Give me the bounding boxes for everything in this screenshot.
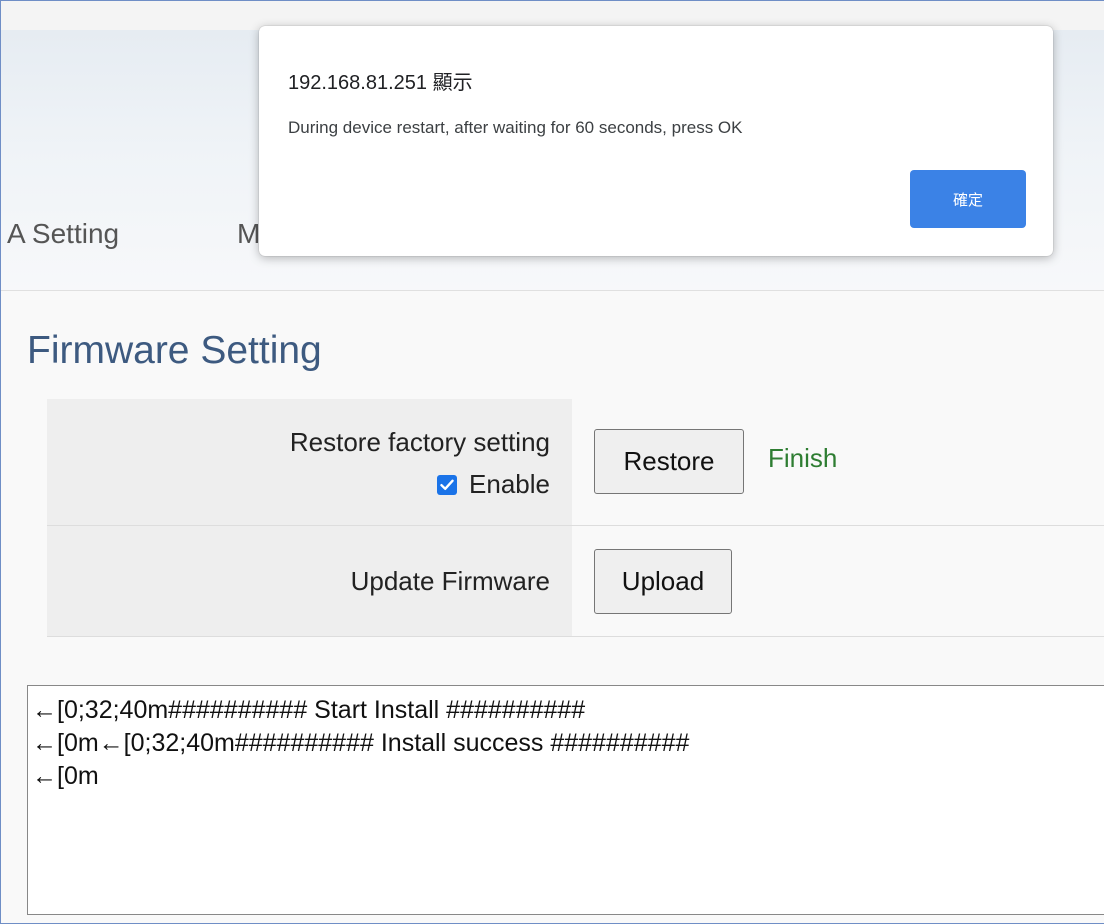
log-line: ←[0;32;40m########## Start Install #####… (32, 696, 586, 724)
checkmark-icon (440, 479, 454, 490)
alert-dialog: 192.168.81.251 顯示 During device restart,… (259, 26, 1053, 256)
dialog-message: During device restart, after waiting for… (288, 118, 743, 137)
log-line: ←[0m←[0;32;40m########## Install success… (32, 729, 690, 757)
nav-item-m[interactable]: M (237, 218, 260, 250)
restore-value-cell: Restore Finish (572, 399, 1104, 525)
dialog-ok-button[interactable]: 確定 (910, 170, 1026, 228)
enable-label: Enable (469, 469, 550, 499)
settings-row-update: Update Firmware Upload (47, 526, 1104, 637)
restore-button[interactable]: Restore (594, 429, 744, 494)
log-line: ←[0m (32, 762, 99, 790)
update-firmware-label: Update Firmware (350, 566, 550, 596)
enable-checkbox-group[interactable]: Enable (437, 469, 550, 500)
nav-item-a-setting[interactable]: A Setting (7, 218, 119, 250)
install-log-textarea[interactable]: ←[0;32;40m########## Start Install #####… (27, 685, 1104, 915)
dialog-title: 192.168.81.251 顯示 (288, 72, 473, 94)
page-title: Firmware Setting (27, 329, 322, 372)
enable-checkbox[interactable] (437, 474, 458, 495)
restore-status: Finish (768, 443, 838, 473)
settings-row-restore: Restore factory setting Enable Restore F… (47, 399, 1104, 526)
restore-label-cell: Restore factory setting Enable (47, 399, 572, 525)
update-value-cell: Upload (572, 526, 1104, 636)
upload-button[interactable]: Upload (594, 549, 732, 614)
update-label-cell: Update Firmware (47, 526, 572, 636)
restore-factory-label: Restore factory setting (289, 427, 550, 457)
